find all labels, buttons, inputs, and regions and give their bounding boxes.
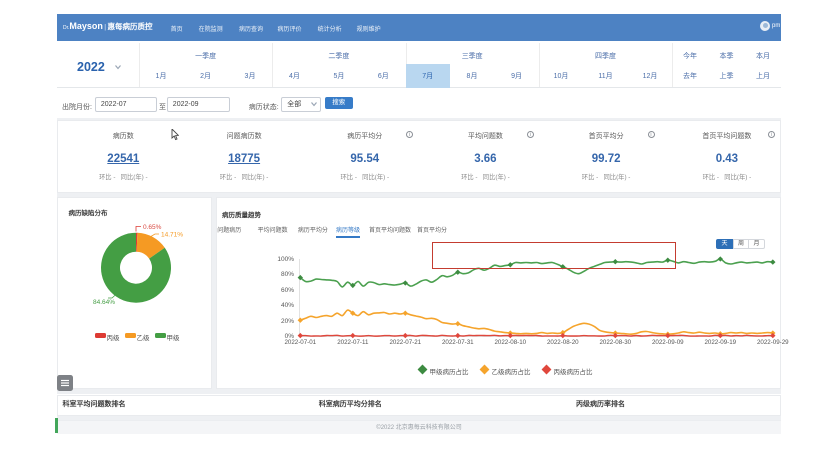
svg-text:0.65%: 0.65%: [143, 224, 162, 231]
svg-text:84.64%: 84.64%: [93, 299, 115, 306]
svg-text:14.71%: 14.71%: [161, 232, 183, 239]
